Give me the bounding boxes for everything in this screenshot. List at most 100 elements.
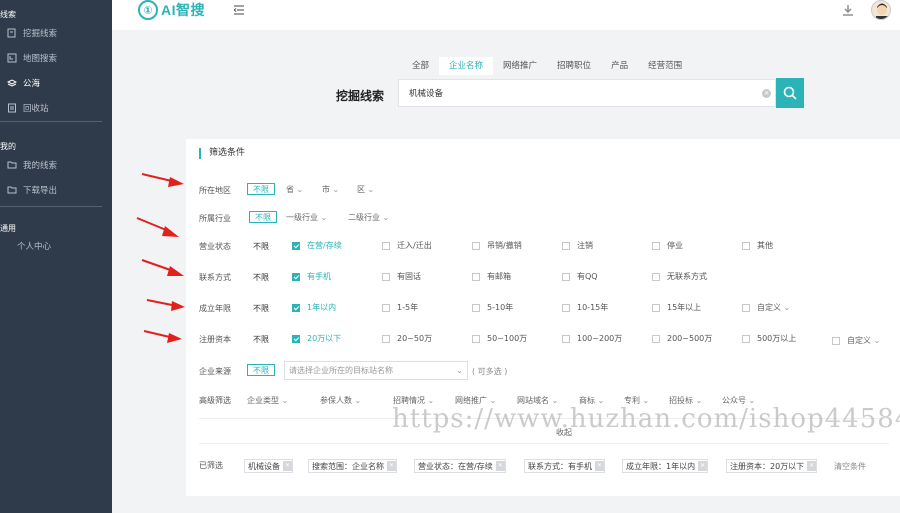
capital-option[interactable]: 200~500万 (652, 333, 712, 344)
checkbox[interactable] (742, 241, 750, 250)
checkbox[interactable] (742, 334, 750, 343)
sidebar-item-profile[interactable]: 个人中心 (17, 238, 51, 254)
capital-custom[interactable]: 自定义 (832, 335, 880, 346)
tab-business-scope[interactable]: 经营范围 (638, 57, 692, 75)
province-dropdown[interactable]: 省 (286, 184, 303, 195)
district-dropdown[interactable]: 区 (357, 184, 374, 195)
checkbox[interactable] (472, 241, 480, 250)
sidebar-item-recycle-bin[interactable]: 回收站 (6, 100, 49, 116)
checkbox[interactable] (832, 336, 840, 345)
select-placeholder: 请选择企业所在的目标站名称 (289, 366, 393, 375)
close-icon[interactable]: ✕ (807, 461, 817, 471)
sidebar-item-label: 挖掘线索 (23, 29, 58, 39)
checkbox[interactable] (382, 272, 390, 281)
checkbox[interactable] (562, 303, 570, 312)
source-nolimit-tag[interactable]: 不限 (247, 364, 275, 376)
tab-online-promotion[interactable]: 网络推广 (493, 57, 547, 75)
checkbox[interactable] (382, 303, 390, 312)
contact-option[interactable]: 无联系方式 (652, 271, 707, 282)
logo[interactable]: ① AI智搜 (138, 0, 205, 20)
capital-option[interactable]: 20~50万 (382, 333, 432, 344)
age-option[interactable]: 1年以内 (292, 302, 336, 313)
checkbox[interactable] (562, 241, 570, 250)
status-option[interactable]: 停业 (652, 240, 683, 251)
close-icon[interactable]: ✕ (283, 461, 292, 471)
status-option[interactable]: 在营/存续 (292, 240, 342, 251)
custom-dropdown[interactable]: 自定义 (847, 335, 880, 346)
download-icon[interactable] (842, 4, 854, 16)
status-option[interactable]: 注销 (562, 240, 593, 251)
checkbox[interactable] (292, 334, 300, 343)
sidebar-item-my-leads[interactable]: 我的线索 (6, 157, 57, 173)
sidebar-item-download-export[interactable]: 下载导出 (6, 182, 57, 198)
checkbox[interactable] (472, 334, 480, 343)
search-box: × (398, 79, 776, 107)
capital-option[interactable]: 100~200万 (562, 333, 622, 344)
age-option[interactable]: 10-15年 (562, 302, 608, 313)
search-button[interactable] (776, 78, 804, 108)
region-nolimit-tag[interactable]: 不限 (247, 183, 275, 195)
age-option[interactable]: 5-10年 (472, 302, 513, 313)
age-option[interactable]: 15年以上 (652, 302, 701, 313)
tab-all[interactable]: 全部 (402, 57, 439, 75)
checkbox[interactable] (652, 272, 660, 281)
contact-option[interactable]: 有邮箱 (472, 271, 511, 282)
menu-toggle-icon[interactable] (233, 5, 246, 15)
search-input[interactable] (399, 80, 739, 106)
close-icon[interactable]: ✕ (595, 461, 604, 471)
tab-job-positions[interactable]: 招聘职位 (547, 57, 601, 75)
capital-option[interactable]: 20万以下 (292, 333, 341, 344)
checkbox[interactable] (382, 334, 390, 343)
age-custom[interactable]: 自定义 (742, 302, 790, 313)
age-label: 成立年限 (199, 304, 231, 313)
status-option[interactable]: 吊销/撤销 (472, 240, 522, 251)
capital-option[interactable]: 50~100万 (472, 333, 527, 344)
selected-chip: 搜索范围：企业名称 ✕ (308, 459, 397, 473)
checkbox[interactable] (562, 334, 570, 343)
checkbox[interactable] (742, 303, 750, 312)
close-icon[interactable]: ✕ (495, 461, 505, 471)
status-option[interactable]: 其他 (742, 240, 773, 251)
capital-nolimit[interactable]: 不限 (253, 334, 269, 345)
industry-nolimit-tag[interactable]: 不限 (249, 211, 277, 223)
industry-level1-dropdown[interactable]: 一级行业 (286, 212, 327, 223)
checkbox[interactable] (652, 241, 660, 250)
source-site-select[interactable]: 请选择企业所在的目标站名称 ⌄ (284, 361, 468, 380)
custom-dropdown[interactable]: 自定义 (757, 302, 790, 313)
checkbox[interactable] (472, 303, 480, 312)
checkbox[interactable] (652, 334, 660, 343)
status-option[interactable]: 迁入/迁出 (382, 240, 432, 251)
contact-option[interactable]: 有QQ (562, 271, 598, 282)
capital-option[interactable]: 500万以上 (742, 333, 796, 344)
status-label: 营业状态 (199, 242, 231, 251)
checkbox[interactable] (292, 241, 300, 250)
contact-option[interactable]: 有手机 (292, 271, 331, 282)
checkbox[interactable] (472, 272, 480, 281)
status-nolimit[interactable]: 不限 (253, 241, 269, 252)
sidebar-item-public-pool[interactable]: 公海 (6, 75, 40, 91)
age-option[interactable]: 1-5年 (382, 302, 418, 313)
contact-option[interactable]: 有固话 (382, 271, 421, 282)
sidebar-item-dig-leads[interactable]: 挖掘线索 (6, 25, 57, 41)
checkbox[interactable] (292, 303, 300, 312)
avatar[interactable] (871, 0, 891, 20)
sidebar: 线索 挖掘线索 地图搜索 公海 回收站 我的 我的线索 下载导出 通用 个人中心 (0, 0, 112, 513)
age-nolimit[interactable]: 不限 (253, 303, 269, 314)
tab-company-name[interactable]: 企业名称 (439, 57, 494, 75)
clear-icon[interactable]: × (762, 89, 771, 98)
checkbox[interactable] (382, 241, 390, 250)
industry-level2-dropdown[interactable]: 二级行业 (348, 212, 389, 223)
insured-count-dropdown[interactable]: 参保人数 (320, 395, 361, 406)
city-dropdown[interactable]: 市 (322, 184, 339, 195)
company-type-dropdown[interactable]: 企业类型 (247, 395, 288, 406)
checkbox[interactable] (562, 272, 570, 281)
option-label: 有手机 (307, 272, 331, 281)
sidebar-item-map-search[interactable]: 地图搜索 (6, 50, 57, 66)
checkbox[interactable] (292, 272, 300, 281)
tab-products[interactable]: 产品 (601, 57, 638, 75)
close-icon[interactable]: ✕ (698, 461, 708, 471)
contact-nolimit[interactable]: 不限 (253, 272, 269, 283)
checkbox[interactable] (652, 303, 660, 312)
clear-conditions-button[interactable]: 清空条件 (834, 461, 866, 472)
close-icon[interactable]: ✕ (387, 461, 396, 471)
